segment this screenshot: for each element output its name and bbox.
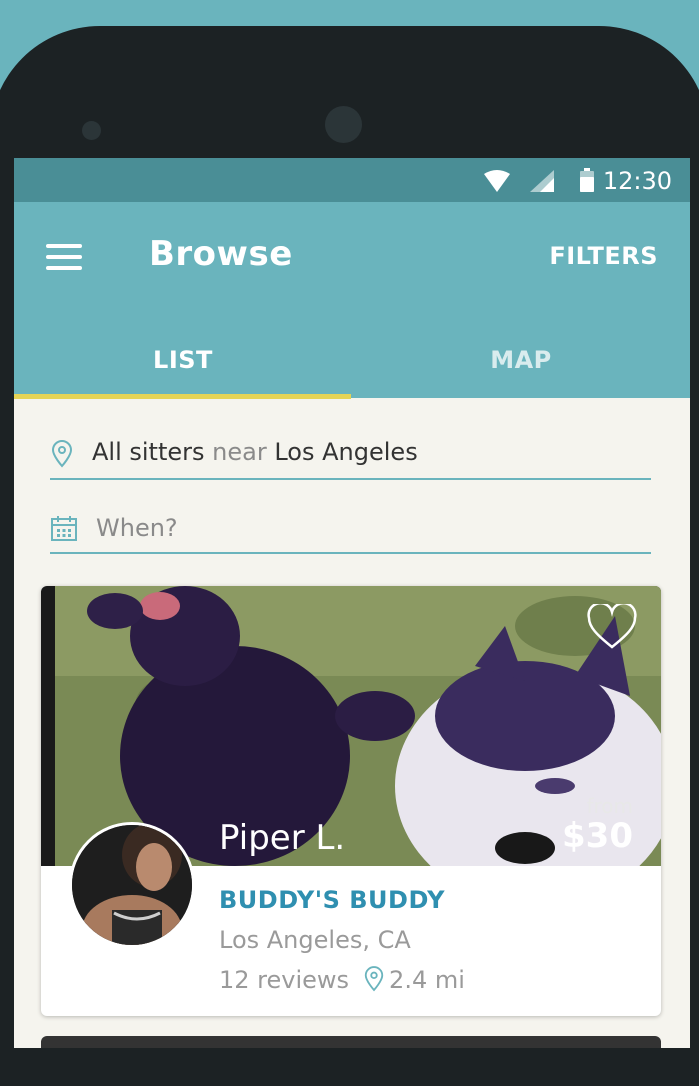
next-sitter-card[interactable] <box>41 1036 661 1048</box>
location-search-field[interactable]: All sitters near Los Angeles <box>50 434 651 480</box>
sitter-location: Los Angeles, CA <box>219 926 411 954</box>
signal-icon <box>530 170 554 192</box>
distance: 2.4 mi <box>389 966 465 994</box>
search-connector: near <box>212 438 267 466</box>
status-bar: 12:30 <box>14 158 690 202</box>
page-title: Browse <box>149 234 293 274</box>
sitter-card[interactable]: Piper L. from $30 BUDDY'S BUDDY Los Ange… <box>41 586 661 1016</box>
service-name: BUDDY'S BUDDY <box>219 886 446 914</box>
date-field[interactable]: When? <box>50 508 651 554</box>
hamburger-menu-icon[interactable] <box>46 244 82 274</box>
phone-camera <box>325 106 362 143</box>
active-tab-indicator <box>14 394 351 399</box>
favorite-heart-icon[interactable] <box>587 604 637 650</box>
date-placeholder: When? <box>96 514 178 542</box>
phone-sensor <box>82 121 101 140</box>
sitter-name: Piper L. <box>219 818 346 858</box>
search-prefix: All sitters <box>92 438 205 466</box>
sitter-avatar <box>69 822 195 948</box>
search-location: Los Angeles <box>274 438 418 466</box>
price-prefix: from <box>586 794 633 818</box>
reviews-count: 12 reviews <box>219 966 350 994</box>
location-pin-icon <box>364 966 384 992</box>
battery-icon <box>580 168 594 192</box>
tab-map[interactable]: MAP <box>352 332 690 398</box>
app-screen: 12:30 Browse FILTERS LIST MAP All sitter… <box>14 158 690 1048</box>
wifi-icon <box>484 170 510 192</box>
price-value: $30 <box>562 816 633 856</box>
app-bar: Browse FILTERS LIST MAP <box>14 202 690 399</box>
location-search-text: All sitters near Los Angeles <box>92 438 418 466</box>
sitter-meta: 12 reviews 2.4 mi <box>219 966 465 994</box>
filters-button[interactable]: FILTERS <box>549 242 658 270</box>
tab-list[interactable]: LIST <box>14 332 352 398</box>
status-time: 12:30 <box>602 167 672 195</box>
location-pin-icon <box>51 440 73 468</box>
calendar-icon <box>51 516 77 541</box>
